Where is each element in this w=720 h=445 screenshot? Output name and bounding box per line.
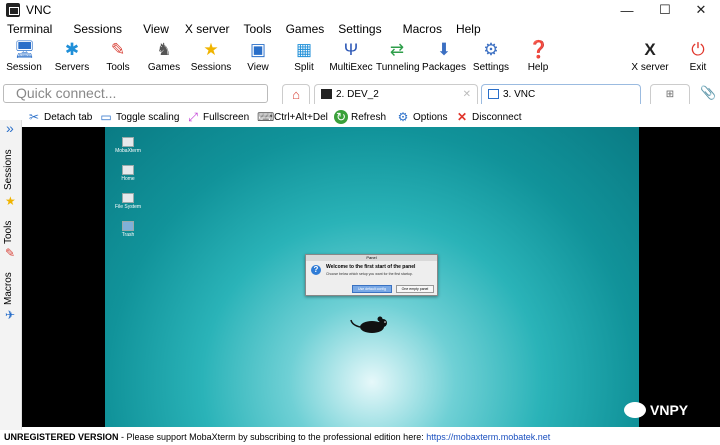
monitor-icon: ▭ [100, 110, 112, 124]
xfce-mouse-logo [350, 316, 387, 333]
vnc-toolbar: ✂ Detach tab ▭ Toggle scaling ⤢ Fullscreen … [0, 107, 720, 127]
sessions-button[interactable]: ★ Sessions [190, 40, 232, 80]
settings-button[interactable]: ⚙ Settings [470, 40, 512, 80]
menu-view[interactable]: View [143, 22, 169, 36]
multiexec-button[interactable]: Ψ MultiExec [329, 40, 373, 80]
window-title: VNC [26, 3, 52, 17]
tools-icon: ✎ [110, 40, 126, 59]
dialog-heading: Welcome to the first start of the panel [326, 264, 416, 270]
home-icon: ⌂ [292, 87, 300, 102]
ctrl-alt-del-button[interactable]: ⌨ Ctrl+Alt+Del [257, 107, 328, 127]
side-tab-macros[interactable]: Macros [3, 272, 14, 305]
menu-settings[interactable]: Settings [338, 22, 381, 36]
exit-button[interactable]: ⏻ Exit [680, 40, 716, 80]
split-icon: ▦ [295, 40, 313, 59]
games-icon: ♞ [156, 40, 172, 59]
desktop-icon-mobaxterm[interactable]: MobaXterm [113, 137, 143, 154]
panel-dialog: Panel ? Welcome to the first start of th… [305, 254, 438, 296]
watermark: VNPY [624, 402, 688, 418]
dialog-message: Choose below which setup you want for th… [326, 272, 413, 276]
menu-terminal[interactable]: Terminal [7, 22, 52, 36]
menu-bar: Terminal Sessions View X server Tools Ga… [0, 20, 720, 38]
multiexec-icon: Ψ [343, 40, 359, 59]
split-button[interactable]: ▦ Split [284, 40, 324, 80]
vnc-app-icon [6, 3, 20, 17]
refresh-button[interactable]: ↻ Refresh [334, 107, 386, 127]
power-icon: ⏻ [691, 40, 705, 59]
quick-connect-input[interactable]: Quick connect... [3, 84, 268, 103]
options-button[interactable]: ⚙ Options [396, 107, 448, 127]
title-bar: VNC — ☐ ✕ [0, 0, 720, 20]
close-button[interactable]: ✕ [678, 0, 720, 20]
scissors-icon: ✂ [28, 110, 40, 124]
toggle-scaling-button[interactable]: ▭ Toggle scaling [99, 107, 179, 127]
tab-vnc[interactable]: 3. VNC [481, 84, 641, 104]
session-icon: 🖥 [14, 40, 36, 59]
subscribe-link[interactable]: https://mobaxterm.mobatek.net [426, 432, 550, 442]
desktop-icon-file-system[interactable]: File System [113, 193, 143, 210]
question-icon: ? [311, 265, 321, 275]
servers-button[interactable]: ✱ Servers [52, 40, 92, 80]
help-button[interactable]: ❓ Help [518, 40, 558, 80]
status-message: - Please support MobaXterm by subscribin… [118, 432, 427, 442]
refresh-icon: ↻ [334, 110, 348, 124]
menu-help[interactable]: Help [456, 22, 481, 36]
servers-icon: ✱ [64, 40, 80, 59]
desktop-icon-trash[interactable]: Trash [113, 221, 143, 238]
tab-dev-2[interactable]: 2. DEV_2 ✕ [314, 84, 478, 104]
tunneling-button[interactable]: ⇄ Tunneling [376, 40, 420, 80]
macros-icon: ✈ [5, 308, 16, 322]
vnc-tab-icon [488, 89, 499, 100]
fullscreen-button[interactable]: ⤢ Fullscreen [186, 107, 249, 127]
side-tab-tools[interactable]: Tools [3, 221, 14, 244]
expand-chevron-icon[interactable]: » [6, 120, 14, 136]
menu-tools[interactable]: Tools [244, 22, 272, 36]
help-icon: ❓ [528, 40, 550, 59]
side-tab-sessions[interactable]: Sessions [3, 149, 14, 190]
star-icon: ★ [5, 194, 16, 208]
session-button[interactable]: 🖥 Session [4, 40, 44, 80]
new-tab-button[interactable]: ⊞ [650, 84, 690, 104]
disconnect-button[interactable]: ✕ Disconnect [455, 107, 522, 127]
side-panel-strip: » Sessions ★ Tools ✎ Macros ✈ [0, 120, 22, 430]
fullscreen-icon: ⤢ [188, 110, 198, 124]
x-server-icon: X [644, 40, 656, 59]
attachment-icon[interactable]: 📎 [700, 85, 716, 101]
desktop-icon-home[interactable]: Home [113, 165, 143, 182]
packages-icon: ⬇ [436, 40, 452, 59]
view-button[interactable]: ▣ View [238, 40, 278, 80]
menu-games[interactable]: Games [286, 22, 325, 36]
keyboard-icon: ⌨ [257, 110, 275, 124]
star-icon: ★ [203, 40, 219, 59]
games-button[interactable]: ♞ Games [144, 40, 184, 80]
plus-icon: ⊞ [665, 89, 675, 100]
tab-row: Quick connect... ⌂ 2. DEV_2 ✕ 3. VNC ⊞ 📎 [0, 84, 720, 104]
main-toolbar: 🖥 Session ✱ Servers ✎ Tools ♞ Games ★ Session… [0, 38, 720, 82]
detach-tab-button[interactable]: ✂ Detach tab [27, 107, 92, 127]
menu-macros[interactable]: Macros [403, 22, 442, 36]
x-server-button[interactable]: XX server [628, 40, 672, 80]
menu-sessions[interactable]: Sessions [73, 22, 122, 36]
tunneling-icon: ⇄ [389, 40, 405, 59]
tab-close-icon[interactable]: ✕ [463, 85, 471, 104]
terminal-icon [321, 89, 332, 100]
view-icon: ▣ [249, 40, 267, 59]
status-bar: UNREGISTERED VERSION - Please support Mo… [0, 430, 720, 445]
home-tab[interactable]: ⌂ [282, 84, 310, 104]
dialog-title: Panel [306, 255, 437, 261]
unregistered-label: UNREGISTERED VERSION [4, 432, 119, 442]
gears-icon: ⚙ [397, 110, 409, 124]
disconnect-icon: ✕ [456, 110, 468, 124]
packages-button[interactable]: ⬇ Packages [422, 40, 466, 80]
use-default-config-button[interactable]: Use default config [352, 285, 392, 293]
menu-x-server[interactable]: X server [185, 22, 230, 36]
settings-icon: ⚙ [483, 40, 499, 59]
wechat-icon [624, 402, 646, 418]
one-empty-panel-button[interactable]: One empty panel [396, 285, 434, 293]
tools-icon: ✎ [5, 246, 16, 260]
tools-button[interactable]: ✎ Tools [98, 40, 138, 80]
